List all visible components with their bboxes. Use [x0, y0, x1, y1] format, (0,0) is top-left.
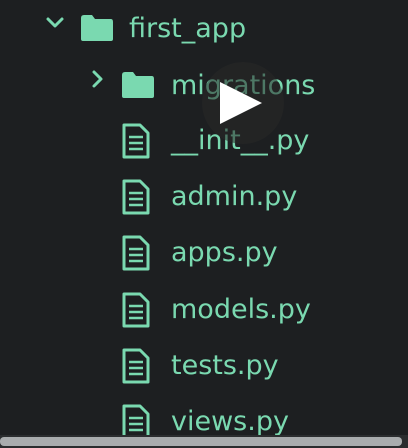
- file-tree: first_app migrations __init__.py admin.p…: [0, 0, 408, 448]
- tree-item-label: apps.py: [171, 237, 278, 268]
- tree-item-label: admin.py: [171, 181, 298, 212]
- chevron-down-icon[interactable]: [44, 12, 66, 34]
- folder-icon: [81, 15, 113, 41]
- horizontal-scrollbar[interactable]: [0, 435, 408, 448]
- tree-item-label: first_app: [129, 13, 247, 44]
- file-icon: [122, 123, 150, 159]
- play-icon: [220, 82, 262, 124]
- folder-icon: [122, 72, 154, 98]
- tree-item-label: views.py: [171, 406, 289, 435]
- tree-item-first-app[interactable]: first_app: [0, 3, 408, 53]
- file-icon: [122, 179, 150, 215]
- tree-item-label: models.py: [171, 294, 311, 325]
- file-icon: [122, 292, 150, 328]
- chevron-right-icon[interactable]: [87, 68, 109, 90]
- tree-item-admin-py[interactable]: admin.py: [0, 172, 408, 222]
- tree-item-apps-py[interactable]: apps.py: [0, 228, 408, 278]
- tree-item-label: tests.py: [171, 350, 279, 381]
- file-icon: [122, 404, 150, 435]
- tree-item-views-py[interactable]: views.py: [0, 397, 408, 435]
- file-icon: [122, 235, 150, 271]
- file-icon: [122, 348, 150, 384]
- tree-item-init-py[interactable]: __init__.py: [0, 116, 408, 166]
- scrollbar-thumb[interactable]: [0, 437, 402, 446]
- tree-item-tests-py[interactable]: tests.py: [0, 341, 408, 391]
- tree-item-models-py[interactable]: models.py: [0, 285, 408, 335]
